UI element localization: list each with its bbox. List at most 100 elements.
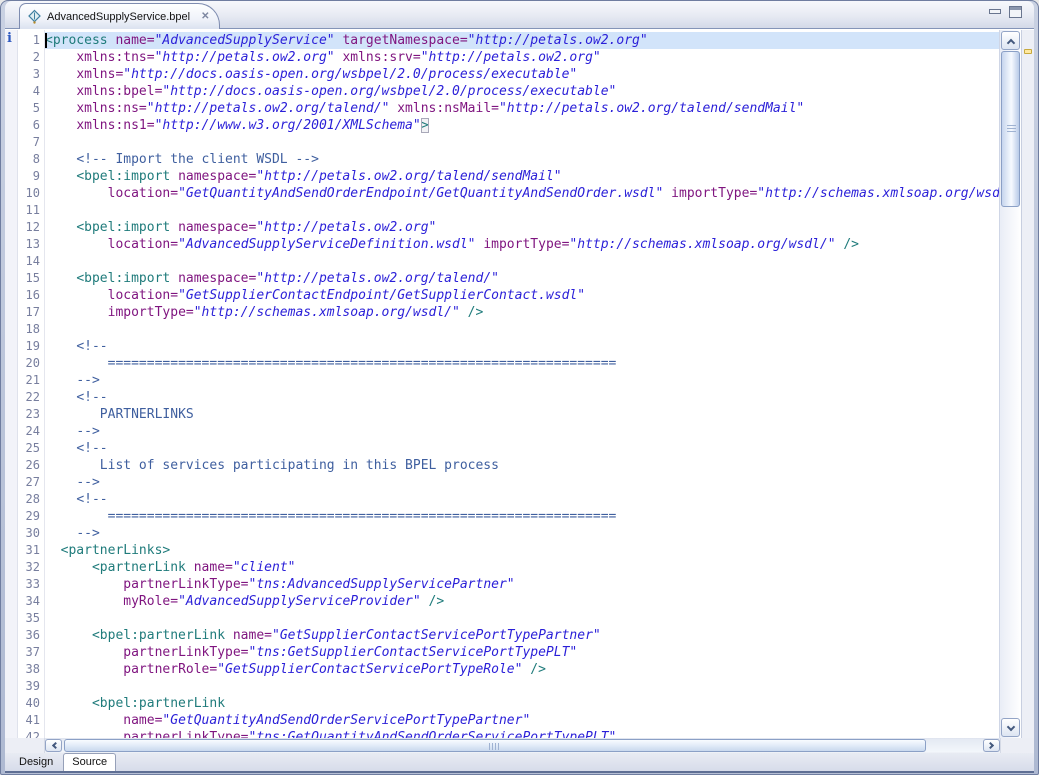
line-number: 41 [18, 712, 40, 729]
line-number: 20 [18, 355, 40, 372]
line-number: 27 [18, 474, 40, 491]
code-line: location="AdvancedSupplyServiceDefinitio… [45, 236, 999, 253]
line-number: 5 [18, 100, 40, 117]
line-number: 8 [18, 151, 40, 168]
line-number: 17 [18, 304, 40, 321]
line-number: 7 [18, 134, 40, 151]
code-line: importType="http://schemas.xmlsoap.org/w… [45, 304, 999, 321]
scrollbar-corner [5, 738, 45, 753]
close-tab-icon[interactable]: ✕ [201, 11, 209, 22]
code-line: --> [45, 474, 999, 491]
line-number: 4 [18, 83, 40, 100]
code-line: ========================================… [45, 508, 999, 525]
code-line: <partnerLink name="client" [45, 559, 999, 576]
editor-tab-bar: AdvancedSupplyService.bpel ✕ [5, 1, 1034, 29]
line-number: 14 [18, 253, 40, 270]
line-number: 23 [18, 406, 40, 423]
line-number: 42 [18, 729, 40, 738]
line-number: 33 [18, 576, 40, 593]
code-line: location="GetSupplierContactEndpoint/Get… [45, 287, 999, 304]
horizontal-scroll-track[interactable] [62, 739, 983, 752]
maximize-view-icon[interactable] [1009, 6, 1022, 18]
line-number: 35 [18, 610, 40, 627]
line-number: 2 [18, 49, 40, 66]
code-line [45, 678, 999, 695]
line-number: 25 [18, 440, 40, 457]
code-line: <!-- [45, 440, 999, 457]
line-number-gutter: 1234567891011121314151617181920212223242… [18, 30, 45, 738]
line-number: 16 [18, 287, 40, 304]
line-number: 9 [18, 168, 40, 185]
line-number: 24 [18, 423, 40, 440]
code-area[interactable]: <process name="AdvancedSupplyService" ta… [45, 30, 999, 738]
code-line [45, 321, 999, 338]
code-line: myRole="AdvancedSupplyServiceProvider" /… [45, 593, 999, 610]
code-line: --> [45, 525, 999, 542]
code-line: <partnerLinks> [45, 542, 999, 559]
line-number: 29 [18, 508, 40, 525]
code-line: <!-- [45, 338, 999, 355]
horizontal-scrollbar[interactable] [5, 738, 1034, 753]
line-number: 28 [18, 491, 40, 508]
info-marker-icon[interactable]: i [7, 31, 12, 46]
editor-window: AdvancedSupplyService.bpel ✕ i 123456789… [0, 0, 1039, 775]
code-line: xmlns:ns="http://petals.ow2.org/talend/"… [45, 100, 999, 117]
code-line [45, 610, 999, 627]
code-line: <bpel:import namespace="http://petals.ow… [45, 219, 999, 236]
line-number: 11 [18, 202, 40, 219]
line-number: 1 [18, 32, 40, 49]
code-line: partnerLinkType="tns:AdvancedSupplyServi… [45, 576, 999, 593]
line-number: 12 [18, 219, 40, 236]
line-number: 40 [18, 695, 40, 712]
line-number: 3 [18, 66, 40, 83]
vertical-scrollbar[interactable] [999, 30, 1021, 738]
code-line: location="GetQuantityAndSendOrderEndpoin… [45, 185, 999, 202]
code-line: xmlns="http://docs.oasis-open.org/wsbpel… [45, 66, 999, 83]
code-line: partnerRole="GetSupplierContactServicePo… [45, 661, 999, 678]
code-line: <bpel:import namespace="http://petals.ow… [45, 168, 999, 185]
code-line: xmlns:ns1="http://www.w3.org/2001/XMLSch… [45, 117, 999, 134]
text-caret [45, 33, 47, 48]
minimize-view-icon[interactable] [988, 7, 1001, 18]
scroll-up-icon[interactable] [1001, 31, 1020, 50]
code-line: <bpel:import namespace="http://petals.ow… [45, 270, 999, 287]
line-number: 32 [18, 559, 40, 576]
line-number: 39 [18, 678, 40, 695]
line-number: 26 [18, 457, 40, 474]
view-window-buttons [988, 6, 1022, 18]
line-number: 30 [18, 525, 40, 542]
tab-design[interactable]: Design [11, 754, 61, 771]
code-line: xmlns:bpel="http://docs.oasis-open.org/w… [45, 83, 999, 100]
code-line: name="GetQuantityAndSendOrderServicePort… [45, 712, 999, 729]
vertical-scroll-thumb[interactable] [1001, 51, 1020, 207]
scroll-down-icon[interactable] [1001, 718, 1020, 737]
code-line: partnerLinkType="tns:GetQuantityAndSendO… [45, 729, 999, 738]
line-number: 18 [18, 321, 40, 338]
line-number: 38 [18, 661, 40, 678]
code-line: <!-- [45, 491, 999, 508]
line-number: 19 [18, 338, 40, 355]
horizontal-scroll-thumb[interactable] [64, 739, 926, 752]
tab-source[interactable]: Source [63, 753, 116, 771]
scroll-right-icon[interactable] [983, 739, 1000, 752]
code-line: List of services participating in this B… [45, 457, 999, 474]
code-line: PARTNERLINKS [45, 406, 999, 423]
line-number: 13 [18, 236, 40, 253]
code-line: <bpel:partnerLink name="GetSupplierConta… [45, 627, 999, 644]
code-line: <process name="AdvancedSupplyService" ta… [45, 32, 999, 49]
code-line: --> [45, 423, 999, 440]
tab-advancedsupplyservice-bpel[interactable]: AdvancedSupplyService.bpel ✕ [19, 3, 220, 29]
line-number: 10 [18, 185, 40, 202]
code-line: <!-- [45, 389, 999, 406]
code-line: xmlns:tns="http://petals.ow2.org" xmlns:… [45, 49, 999, 66]
scroll-left-icon[interactable] [45, 739, 62, 752]
annotation-marker[interactable] [1024, 49, 1032, 54]
line-number: 21 [18, 372, 40, 389]
line-number: 34 [18, 593, 40, 610]
line-number: 36 [18, 627, 40, 644]
line-number: 22 [18, 389, 40, 406]
page-tab-bar: Design Source [5, 753, 1034, 773]
source-editor: i 12345678910111213141516171819202122232… [5, 29, 1034, 738]
bpel-file-icon [27, 9, 42, 24]
code-line [45, 134, 999, 151]
